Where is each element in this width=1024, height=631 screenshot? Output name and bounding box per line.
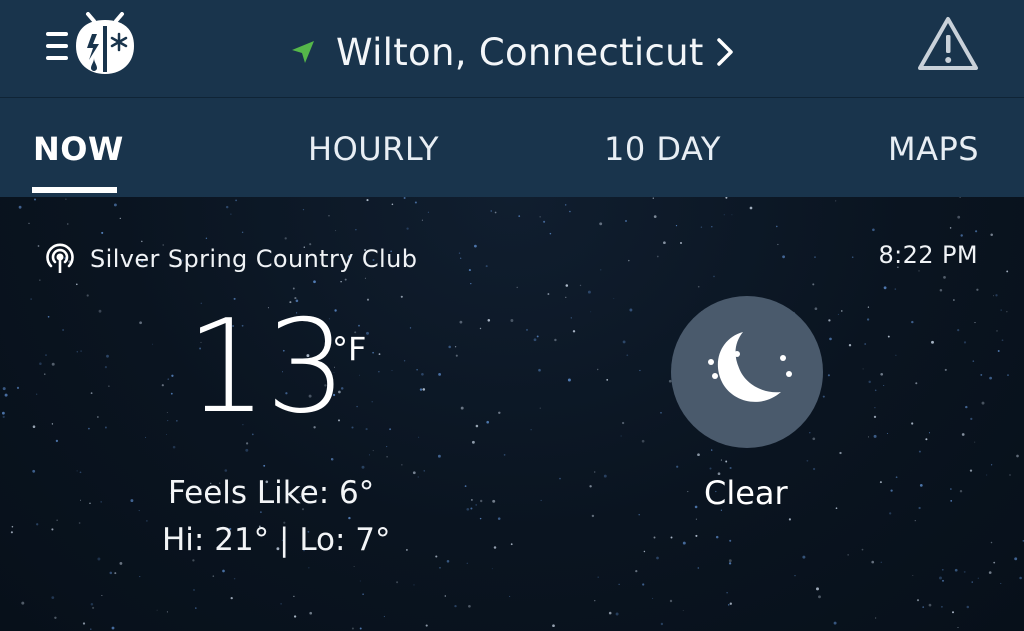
chevron-right-icon — [704, 36, 736, 68]
top-bar: Wilton, Connecticut — [0, 0, 1024, 97]
warning-triangle-icon[interactable] — [916, 14, 980, 74]
station-row[interactable]: Silver Spring Country Club — [42, 241, 417, 277]
condition-text: Clear — [704, 474, 788, 512]
moon-clear-night-icon — [671, 296, 823, 448]
station-name: Silver Spring Country Club — [90, 245, 418, 273]
tab-now[interactable]: NOW — [33, 130, 124, 168]
observation-time: 8:22 PM — [878, 241, 978, 269]
broadcast-station-icon — [42, 241, 78, 277]
current-conditions-panel: Silver Spring Country Club 8:22 PM 13 °F… — [0, 197, 1024, 631]
tab-hourly[interactable]: HOURLY — [308, 130, 439, 168]
active-tab-indicator — [32, 187, 117, 193]
navigation-arrow-icon — [290, 39, 316, 65]
hi-lo: Hi: 21° | Lo: 7° — [162, 522, 391, 558]
location-name: Wilton, Connecticut — [336, 30, 704, 74]
current-temperature: 13 — [186, 293, 347, 442]
feels-like: Feels Like: 6° — [168, 475, 375, 511]
tab-10-day[interactable]: 10 DAY — [604, 130, 721, 168]
location-selector[interactable]: Wilton, Connecticut — [290, 24, 736, 80]
menu-bug-logo-icon[interactable] — [44, 12, 138, 82]
tab-maps[interactable]: MAPS — [888, 130, 979, 168]
tab-bar: NOW HOURLY 10 DAY MAPS — [0, 98, 1024, 197]
temperature-unit[interactable]: °F — [332, 330, 366, 368]
